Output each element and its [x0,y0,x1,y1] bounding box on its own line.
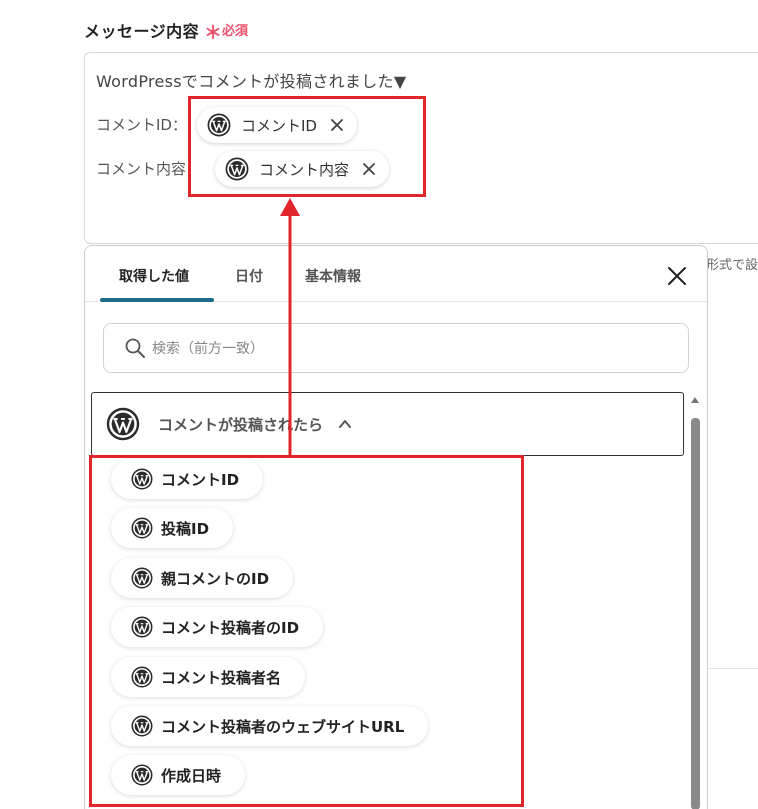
highlight-box-editor-chips [188,96,426,197]
tab-acquired-values[interactable]: 取得した値 [119,266,189,286]
active-tab-indicator [100,298,214,302]
hint-text: 形式で設 [706,258,758,273]
search-input[interactable]: 検索（前方一致） [103,323,689,373]
arrow-icon [280,198,300,458]
editor-label-comment-content: コメント内容： [96,160,202,178]
chevron-up-icon[interactable] [337,416,353,432]
divider [708,668,758,669]
editor-label-comment-id: コメントID： [96,116,187,134]
required-star: ＊ [204,23,222,44]
trigger-group-header[interactable]: コメントが投稿されたら [91,392,684,456]
search-placeholder: 検索（前方一致） [152,341,264,357]
highlight-box-value-list [89,455,524,807]
search-icon [125,338,145,358]
tab-date[interactable]: 日付 [235,266,263,286]
scrollbar-thumb[interactable] [691,418,700,809]
field-label: メッセージ内容 [84,22,200,41]
tab-basic-info[interactable]: 基本情報 [305,266,361,286]
scroll-up-arrow[interactable] [691,397,699,403]
tab-bar: 取得した値 日付 基本情報 [85,246,707,302]
wordpress-icon [106,407,140,441]
editor-text-line: WordPressでコメントが投稿されました▼ [96,72,407,91]
close-icon[interactable] [665,264,689,288]
required-badge: 必須 [222,24,249,39]
